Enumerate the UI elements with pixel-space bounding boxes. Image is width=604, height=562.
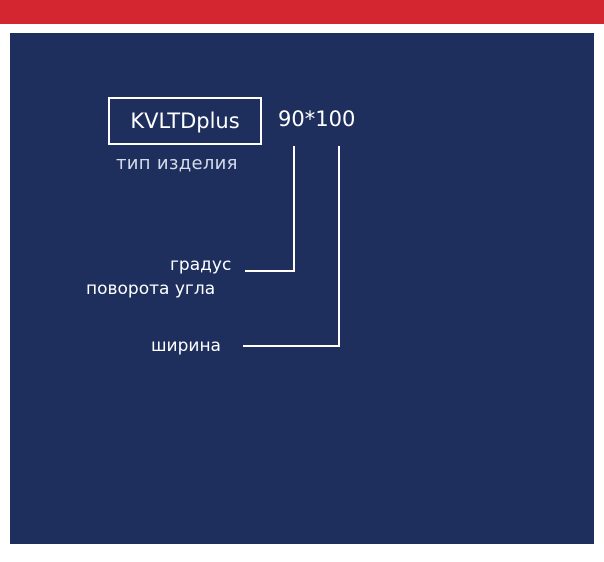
width-connector-line: [243, 146, 340, 347]
connector-lines: [243, 146, 340, 347]
angle-connector-line: [245, 146, 295, 272]
